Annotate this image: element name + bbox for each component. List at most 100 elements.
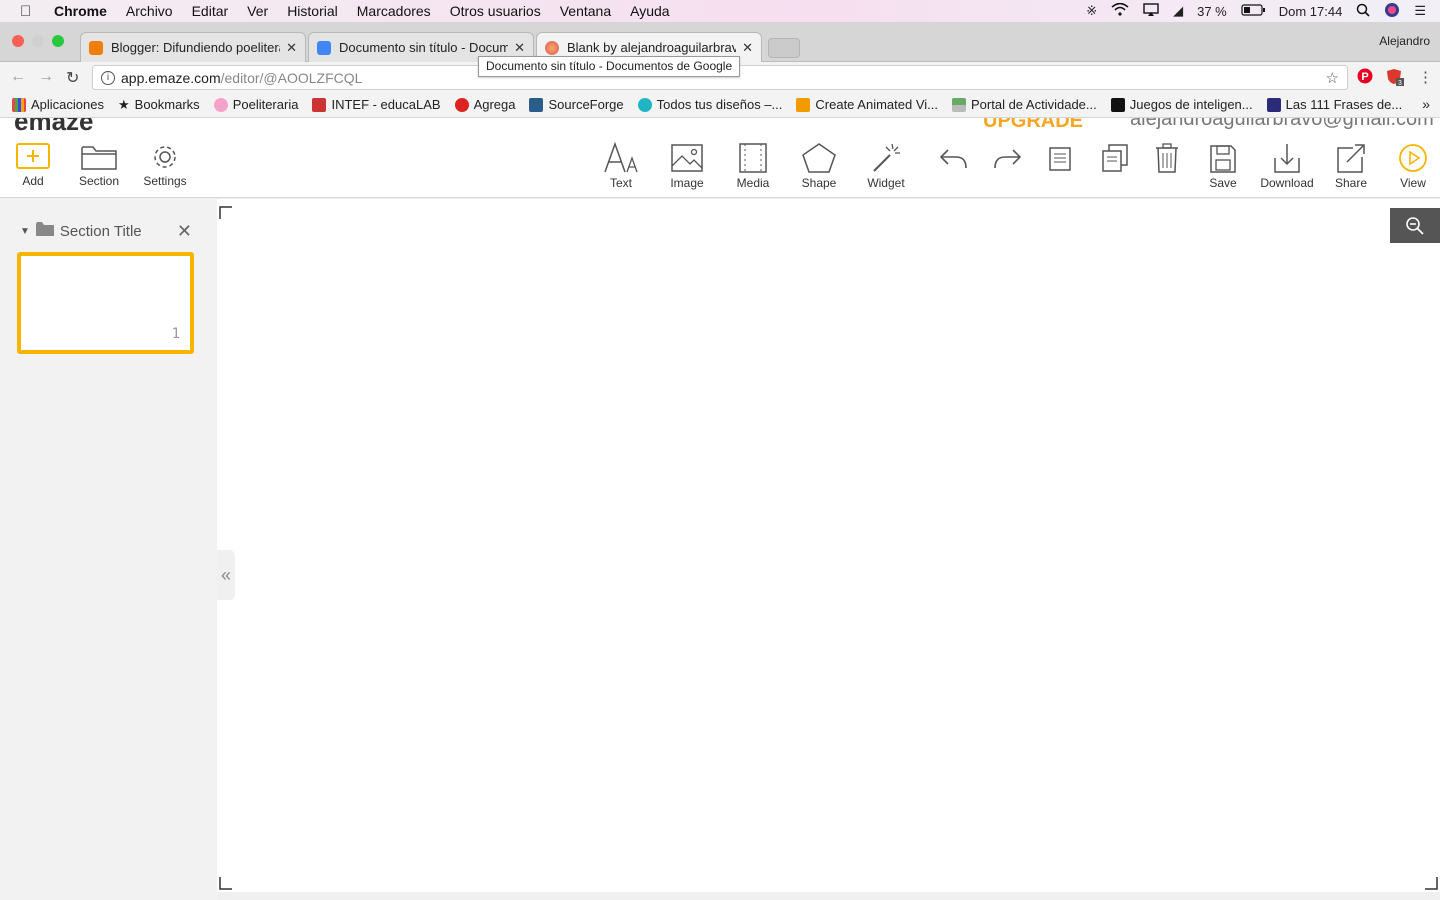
tab-tooltip: Documento sin título - Documentos de Goo… [478,56,741,77]
emaze-header: emaze UPGRADE alejandroaguilarbravo@gmai… [0,118,1440,136]
slide-canvas[interactable] [217,199,1440,892]
redo-icon [994,149,1022,169]
delete-button[interactable] [1135,142,1199,176]
section-button[interactable]: Section [67,142,131,188]
menu-editar[interactable]: Editar [192,3,229,19]
pentagon-icon [802,143,836,173]
airplay-icon[interactable] [1143,3,1159,19]
notification-center-icon[interactable]: ☰ [1414,3,1426,19]
editor-toolbar: Add Section Settings Text Image Media Sh… [0,136,1440,198]
shape-button[interactable]: Shape [787,142,851,190]
text-button[interactable]: Text [589,142,653,190]
new-tab-button[interactable] [768,38,800,58]
bookmarks-bar: Aplicaciones ★ Bookmarks Poeliteraria IN… [0,92,1440,118]
menu-historial[interactable]: Historial [287,3,338,19]
forward-icon[interactable]: → [38,68,54,86]
close-tab-icon[interactable]: ✕ [514,40,525,56]
image-button[interactable]: Image [655,142,719,190]
shape-label: Shape [801,176,837,190]
download-button[interactable]: Download [1255,142,1319,190]
add-button[interactable]: Add [1,142,65,188]
trash-icon [1156,143,1178,173]
battery-icon[interactable] [1241,3,1265,19]
chrome-menu-icon[interactable]: ⋮ [1418,68,1433,86]
zoom-window-button[interactable] [52,35,64,47]
bookmark-canva[interactable]: Todos tus diseños –... [637,97,783,112]
tab-blogger[interactable]: Blogger: Difundiendo poeliteraria ✕ [80,32,306,62]
pinterest-icon[interactable]: P [1357,68,1373,88]
apple-icon[interactable]:  [20,3,38,20]
collapse-triangle-icon[interactable]: ▼ [20,226,30,237]
status-area: ※ ◢ 37 % Dom 17:44 ☰ [1086,0,1440,22]
close-window-button[interactable] [12,35,24,47]
collapse-panel-button[interactable]: « [217,550,235,600]
bookmark-juegos[interactable]: Juegos de inteligen... [1110,97,1253,112]
reload-icon[interactable]: ↻ [66,68,79,88]
text-label: Text [609,176,632,190]
upgrade-button[interactable]: UPGRADE [983,118,1083,133]
view-label: View [1400,176,1426,190]
bookmark-agrega[interactable]: Agrega [454,97,515,112]
bluetooth-icon[interactable]: ※ [1086,3,1097,19]
profile-name[interactable]: Alejandro [1379,34,1430,48]
settings-button[interactable]: Settings [133,142,197,188]
bookmark-label: Bookmarks [134,97,200,112]
emaze-logo[interactable]: emaze [14,118,94,136]
back-icon[interactable]: ← [10,68,26,86]
bookmark-label: Create Animated Vi... [815,97,938,112]
bookmark-intef[interactable]: INTEF - educaLAB [312,97,441,112]
media-button[interactable]: Media [721,142,785,190]
section-header[interactable]: ▼ Section Title ✕ [20,221,200,241]
bookmark-sourceforge[interactable]: SourceForge [529,97,624,112]
slide-thumbnail[interactable]: 1 [17,252,194,354]
wifi-icon[interactable] [1111,2,1129,19]
svg-text:3: 3 [1398,80,1402,86]
bookmark-poeliteraria[interactable]: Poeliteraria [213,97,298,112]
extension-badge-icon[interactable]: 3 [1386,68,1404,90]
menu-otros-usuarios[interactable]: Otros usuarios [450,3,541,19]
bookmark-label: Portal de Actividade... [971,97,1097,112]
settings-label: Settings [143,174,187,188]
close-tab-icon[interactable]: ✕ [286,40,297,56]
bookmark-bookmarks[interactable]: ★ Bookmarks [118,97,200,113]
bookmark-label: Aplicaciones [31,97,104,112]
account-email[interactable]: alejandroaguilarbravo@gmail.com [1130,118,1434,131]
magic-wand-icon [873,143,900,172]
siri-icon[interactable] [1384,2,1400,21]
menu-ayuda[interactable]: Ayuda [630,3,669,19]
info-icon[interactable]: i [101,70,115,85]
bookmarks-overflow-icon[interactable]: » [1422,96,1430,112]
canvas-corner-top-left [219,206,232,219]
image-label: Image [670,176,704,190]
share-icon [1337,144,1365,173]
goanimate-icon [796,97,811,112]
bookmark-star-icon[interactable]: ☆ [1326,69,1339,87]
tab-title: Blogger: Difundiendo poeliteraria [111,40,280,55]
widget-button[interactable]: Widget [854,142,918,190]
section-title[interactable]: Section Title [60,223,142,240]
bookmark-portal[interactable]: Portal de Actividade... [952,97,1097,112]
menu-ver[interactable]: Ver [247,3,268,19]
menu-marcadores[interactable]: Marcadores [357,3,431,19]
bookmark-frases[interactable]: Las 111 Frases de... [1266,97,1402,112]
spotlight-icon[interactable] [1356,3,1370,20]
clock[interactable]: Dom 17:44 [1279,4,1343,19]
close-section-icon[interactable]: ✕ [177,221,192,242]
menu-archivo[interactable]: Archivo [126,3,173,19]
macos-menu-bar:  Chrome Archivo Editar Ver Historial Ma… [0,0,1440,22]
bookmark-goanimate[interactable]: Create Animated Vi... [796,97,938,112]
bookmark-label: Todos tus diseños –... [656,97,783,112]
bookmark-apps[interactable]: Aplicaciones [12,97,104,112]
save-button[interactable]: Save [1191,142,1255,190]
close-tab-icon[interactable]: ✕ [742,40,753,56]
bookmark-label: Juegos de inteligen... [1129,97,1253,112]
menu-ventana[interactable]: Ventana [560,3,611,19]
volume-icon[interactable]: ◢ [1173,3,1183,19]
zoom-button[interactable] [1390,208,1440,243]
menu-app[interactable]: Chrome [54,3,107,19]
view-button[interactable]: View [1381,142,1440,190]
share-button[interactable]: Share [1319,142,1383,190]
tab-title: Blank by alejandroaguilarbravo [567,40,737,55]
minimize-window-button[interactable] [32,35,44,47]
canvas-corner-bottom-right [1425,877,1438,890]
